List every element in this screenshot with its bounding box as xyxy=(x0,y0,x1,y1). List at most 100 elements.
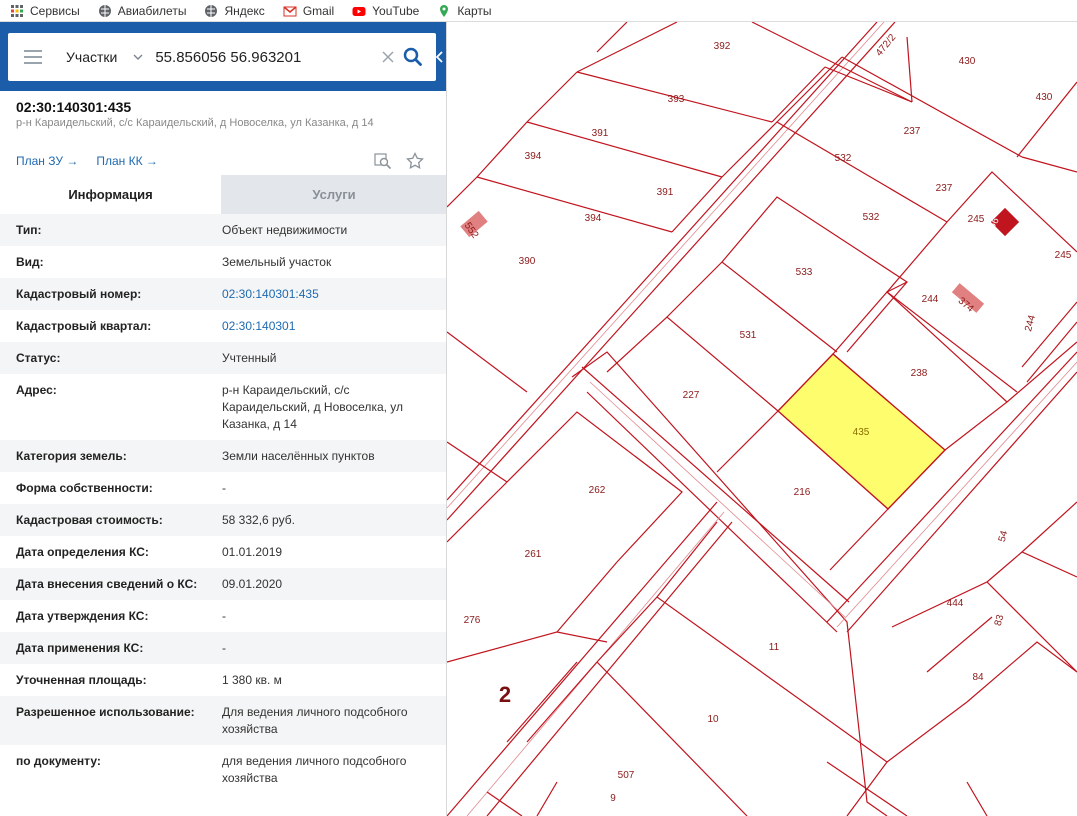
parcel-label: 227 xyxy=(683,390,700,401)
bookmark-maps[interactable]: Карты xyxy=(437,3,492,18)
info-row: Уточненная площадь: 1 380 кв. м xyxy=(0,664,446,696)
info-row-label: Тип: xyxy=(16,223,42,237)
menu-icon[interactable] xyxy=(24,50,42,64)
info-row-value: 09.01.2020 xyxy=(222,577,283,591)
info-row-label: Кадастровый квартал: xyxy=(16,319,152,333)
info-row-value: р-н Караидельский, с/с Караидельский, д … xyxy=(222,383,404,431)
info-row-label: Статус: xyxy=(16,351,61,365)
info-row: Дата определения КС: 01.01.2019 xyxy=(0,536,446,568)
search-type-select[interactable]: Участки xyxy=(66,49,117,65)
zoom-to-object-icon[interactable] xyxy=(374,152,392,170)
info-panel: Участки 02:30:140301:435 р-н Караидельск… xyxy=(0,22,447,816)
info-row-value: Учтенный xyxy=(222,351,277,365)
map-canvas[interactable]: 392430430472/2393391 237532394391 23755224… xyxy=(447,22,1077,816)
plan-zu-link[interactable]: План ЗУ → xyxy=(16,154,78,168)
info-row: Разрешенное использование: Для ведения ли… xyxy=(0,696,446,745)
parcel-label: 391 xyxy=(592,128,609,139)
info-row-value: для ведения личного подсобного хозяйства xyxy=(222,754,407,785)
bookmark-label: Сервисы xyxy=(30,3,80,18)
bookmark-label: Карты xyxy=(457,3,492,18)
info-row-label: Дата утверждения КС: xyxy=(16,609,149,623)
bookmark-services[interactable]: Сервисы xyxy=(10,4,80,18)
info-row-value: Объект недвижимости xyxy=(222,223,348,237)
info-row-label: Кадастровая стоимость: xyxy=(16,513,163,527)
parcel-boundaries xyxy=(447,22,1077,816)
info-row-label: Дата определения КС: xyxy=(16,545,149,559)
info-row: Кадастровая стоимость: 58 332,6 руб. xyxy=(0,504,446,536)
info-row: Тип: Объект недвижимости xyxy=(0,214,446,246)
search-box: Участки xyxy=(8,33,436,81)
info-row-label: по документу: xyxy=(16,754,101,768)
info-row: Вид: Земельный участок xyxy=(0,246,446,278)
globe-icon xyxy=(205,4,218,17)
parcel-label: 472/2 xyxy=(874,32,899,59)
parcel-label: 11 xyxy=(769,642,780,653)
info-row: по документу: для ведения личного подсобн… xyxy=(0,745,446,794)
collapse-panel-button[interactable] xyxy=(434,22,446,91)
info-row: Адрес: р-н Караидельский, с/с Караидельск… xyxy=(0,374,446,440)
parcel-label: 84 xyxy=(972,672,984,683)
parcel-label: 430 xyxy=(1036,92,1053,103)
parcel-label: 2 xyxy=(499,682,511,707)
info-row-value: - xyxy=(222,609,226,623)
info-row: Кадастровый квартал: 02:30:140301 xyxy=(0,310,446,342)
chevron-left-icon xyxy=(436,50,443,63)
parcel-label: 238 xyxy=(911,368,928,379)
tool-icons xyxy=(360,152,424,170)
parcel-label: 83 xyxy=(993,613,1007,627)
parcel-label: 244 xyxy=(1023,313,1038,332)
star-icon[interactable] xyxy=(406,152,424,170)
plan-kk-link[interactable]: План КК → xyxy=(96,154,158,168)
info-row: Кадастровый номер: 02:30:140301:435 xyxy=(0,278,446,310)
cadastral-number-title: 02:30:140301:435 xyxy=(16,99,132,115)
info-row-value: - xyxy=(222,641,226,655)
bookmark-gmail[interactable]: Gmail xyxy=(283,4,334,18)
bookmark-aviabilety[interactable]: Авиабилеты xyxy=(98,3,187,18)
info-row: Дата внесения сведений о КС: 09.01.2020 xyxy=(0,568,446,600)
info-row-value[interactable]: 02:30:140301 xyxy=(206,318,436,335)
bookmark-label: Яндекс xyxy=(224,3,265,18)
info-row-label: Уточненная площадь: xyxy=(16,673,147,687)
parcel-labels: 392430430472/2393391 237532394391 23755224… xyxy=(462,32,1072,804)
info-row: Статус: Учтенный xyxy=(0,342,446,374)
info-row-label: Дата внесения сведений о КС: xyxy=(16,577,198,591)
info-row-label: Разрешенное использование: xyxy=(16,705,195,719)
search-icon[interactable] xyxy=(402,46,424,68)
info-row-value: 01.01.2019 xyxy=(222,545,283,559)
bookmark-youtube[interactable]: YouTube xyxy=(352,4,419,18)
parcel-label: 393 xyxy=(668,94,685,105)
info-row-value: - xyxy=(222,481,226,495)
tab-services[interactable]: Услуги xyxy=(221,175,446,214)
globe-icon xyxy=(98,4,111,17)
plan-links: План ЗУ → План КК → xyxy=(16,154,176,168)
parcel-label: 245 xyxy=(968,214,985,225)
chevron-down-icon[interactable] xyxy=(133,52,143,62)
parcel-label: 276 xyxy=(464,615,481,626)
parcel-label: 262 xyxy=(589,485,606,496)
parcel-label: 435 xyxy=(853,427,870,438)
parcel-label: 392 xyxy=(714,41,731,52)
bookmarks-bar: Сервисы Авиабилеты Яндекс Gmail YouTube … xyxy=(0,0,1077,22)
tab-information[interactable]: Информация xyxy=(0,175,221,214)
search-input[interactable] xyxy=(155,48,356,66)
info-row-value: Земли населённых пунктов xyxy=(222,449,375,463)
parcel-label: 533 xyxy=(796,267,813,278)
bookmark-yandex[interactable]: Яндекс xyxy=(204,3,265,18)
parcel-label: 394 xyxy=(525,151,542,162)
info-row-label: Кадастровый номер: xyxy=(16,287,142,301)
parcel-label: 245 xyxy=(1055,250,1072,261)
cadastral-map[interactable]: 392 430 430 472/2 393 391 237 532 394 391 237 552 24… xyxy=(447,22,1077,816)
info-row-value[interactable]: 02:30:140301:435 xyxy=(206,286,436,303)
youtube-icon xyxy=(352,6,366,16)
info-row: Дата применения КС: - xyxy=(0,632,446,664)
parcel-label: 531 xyxy=(740,330,757,341)
parcel-label: 244 xyxy=(922,294,939,305)
info-row-label: Форма собственности: xyxy=(16,481,153,495)
info-row-label: Дата применения КС: xyxy=(16,641,144,655)
info-row-label: Категория земель: xyxy=(16,449,127,463)
close-icon[interactable] xyxy=(380,49,396,65)
object-address: р-н Караидельский, с/с Караидельский, д … xyxy=(16,117,374,129)
gmail-icon xyxy=(283,5,297,16)
tabs: Информация Услуги xyxy=(0,175,446,214)
bookmark-label: Авиабилеты xyxy=(117,3,187,18)
